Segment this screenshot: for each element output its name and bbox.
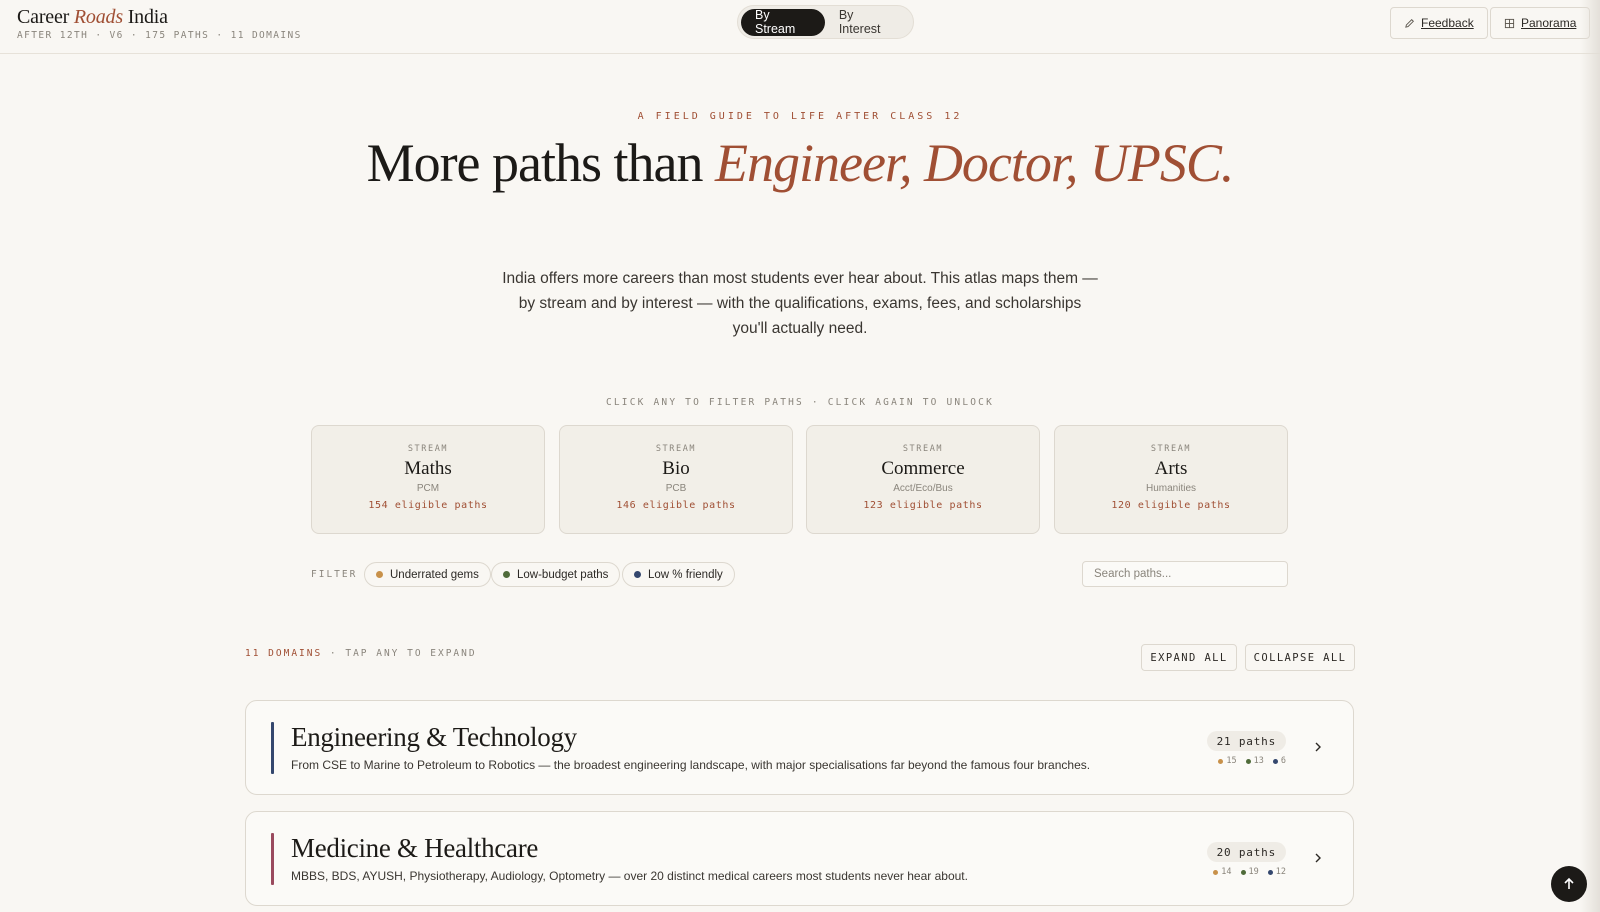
stream-card-commerce[interactable]: STREAM Commerce Acct/Eco/Bus 123 eligibl… [806, 425, 1040, 534]
filter-chip-low-budget[interactable]: Low-budget paths [491, 562, 621, 587]
domain-path-count: 20 paths [1206, 842, 1286, 862]
stream-path-count: 123 eligible paths [863, 500, 983, 511]
stream-hint: CLICK ANY TO FILTER PATHS · CLICK AGAIN … [605, 397, 995, 408]
brand[interactable]: Career Roads India AFTER 12TH · V6 · 175… [17, 6, 302, 41]
hero-title: More paths than Engineer, Doctor, UPSC. [366, 133, 1235, 193]
gem-dot-icon [376, 571, 383, 578]
back-to-top-button[interactable] [1551, 866, 1587, 902]
stream-card-arts[interactable]: STREAM Arts Humanities 120 eligible path… [1054, 425, 1288, 534]
budget-dot-icon [1245, 758, 1251, 764]
scroll-edge-shade [1580, 0, 1600, 912]
filter-chip-underrated-gems[interactable]: Underrated gems [364, 562, 491, 587]
budget-dot-icon [1240, 869, 1246, 875]
stream-subjects: PCM [416, 483, 440, 494]
budget-dot-icon [503, 571, 510, 578]
domain-card-medicine[interactable]: Medicine & Healthcare MBBS, BDS, AYUSH, … [245, 811, 1354, 906]
stream-name: Maths [404, 458, 452, 479]
stream-path-count: 120 eligible paths [1111, 500, 1231, 511]
gem-dot-icon [1218, 758, 1224, 764]
domain-stats: 15 13 6 [1218, 756, 1286, 766]
stream-card-bio[interactable]: STREAM Bio PCB 146 eligible paths [559, 425, 793, 534]
chevron-right-icon [1315, 742, 1321, 752]
panorama-label: Panorama [1521, 16, 1577, 30]
stream-subjects: Humanities [1145, 483, 1197, 494]
chip-label: Low-budget paths [517, 568, 609, 581]
stat-percent: 12 [1267, 867, 1286, 877]
domain-stats: 14 19 12 [1213, 867, 1286, 877]
feedback-button[interactable]: Feedback [1390, 7, 1488, 39]
filter-label: FILTER [311, 569, 358, 580]
stream-kicker: STREAM [1150, 444, 1192, 454]
percent-dot-icon [634, 571, 641, 578]
domain-description: From CSE to Marine to Petroleum to Robot… [291, 758, 1091, 772]
stream-path-count: 146 eligible paths [616, 500, 736, 511]
search-input[interactable] [1082, 561, 1288, 587]
grid-icon [1504, 18, 1515, 28]
chip-label: Low % friendly [648, 568, 723, 581]
hero-description: India offers more careers than most stud… [502, 270, 1098, 337]
filter-chip-low-percent[interactable]: Low % friendly [622, 562, 735, 587]
domain-accent-bar [271, 833, 274, 885]
stream-kicker: STREAM [407, 444, 449, 454]
toggle-by-stream[interactable]: By Stream [741, 8, 825, 36]
stream-name: Bio [662, 458, 690, 479]
stream-kicker: STREAM [655, 444, 697, 454]
domain-path-count: 21 paths [1206, 731, 1286, 751]
stream-kicker: STREAM [902, 444, 944, 454]
domain-accent-bar [271, 722, 274, 774]
stream-card-maths[interactable]: STREAM Maths PCM 154 eligible paths [311, 425, 545, 534]
top-bar: Career Roads India AFTER 12TH · V6 · 175… [0, 0, 1600, 54]
feedback-label: Feedback [1421, 16, 1474, 30]
pencil-icon [1405, 18, 1414, 28]
stat-budget: 19 [1240, 867, 1259, 877]
chevron-right-icon [1315, 853, 1321, 863]
domain-description: MBBS, BDS, AYUSH, Physiotherapy, Audiolo… [291, 869, 968, 883]
stream-subjects: Acct/Eco/Bus [893, 483, 953, 494]
stream-subjects: PCB [665, 483, 687, 494]
domains-label: 11 DOMAINS · TAP ANY TO EXPAND [245, 648, 477, 659]
percent-dot-icon [1272, 758, 1278, 764]
domain-card-engineering[interactable]: Engineering & Technology From CSE to Mar… [245, 700, 1354, 795]
view-toggle: By Stream By Interest [737, 5, 914, 39]
toggle-by-interest[interactable]: By Interest [825, 8, 910, 36]
percent-dot-icon [1267, 869, 1273, 875]
brand-subtitle: AFTER 12TH · V6 · 175 PATHS · 11 DOMAINS [17, 30, 302, 41]
collapse-all-button[interactable]: COLLAPSE ALL [1245, 644, 1355, 671]
arrow-up-icon [1564, 877, 1574, 889]
domain-title: Medicine & Healthcare [291, 833, 539, 863]
stream-path-count: 154 eligible paths [368, 500, 488, 511]
expand-all-button[interactable]: EXPAND ALL [1141, 644, 1237, 671]
stat-budget: 13 [1245, 756, 1264, 766]
gem-dot-icon [1213, 869, 1219, 875]
domain-title: Engineering & Technology [291, 722, 577, 752]
brand-title: Career Roads India [17, 6, 168, 28]
stat-gems: 14 [1213, 867, 1232, 877]
stream-name: Commerce [881, 458, 965, 479]
stat-gems: 15 [1218, 756, 1237, 766]
panorama-button[interactable]: Panorama [1490, 7, 1591, 39]
stream-name: Arts [1154, 458, 1188, 479]
hero-eyebrow: A FIELD GUIDE TO LIFE AFTER CLASS 12 [637, 111, 963, 122]
stat-percent: 6 [1272, 756, 1286, 766]
chip-label: Underrated gems [390, 568, 479, 581]
